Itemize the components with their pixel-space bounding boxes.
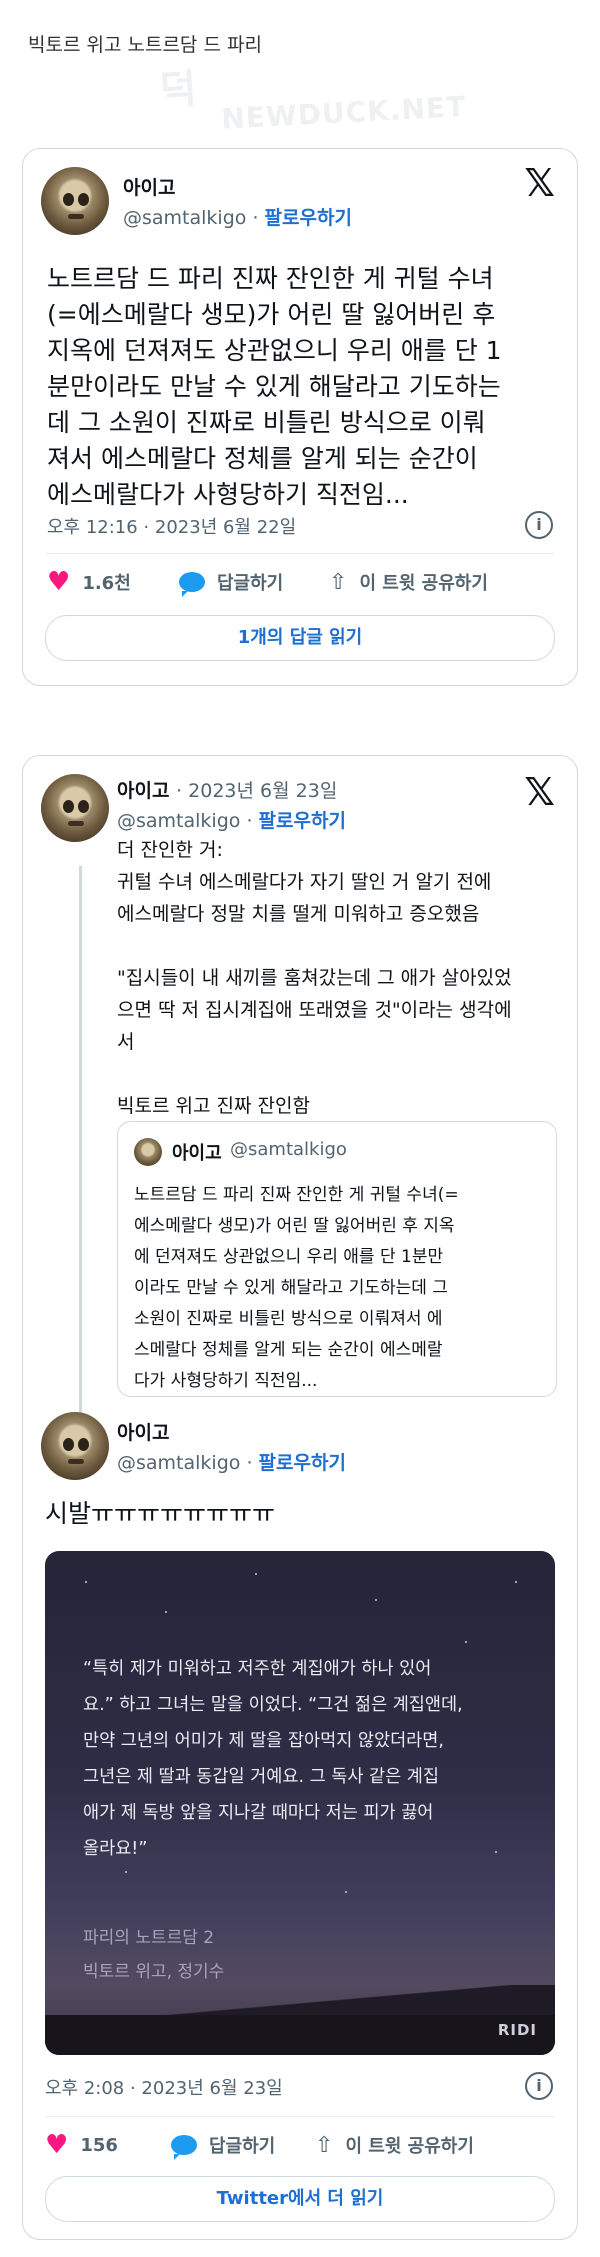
quoted-author-name: 아이고 <box>172 1143 222 1164</box>
author-handle-row: @samtalkigo · 팔로우하기 <box>117 1448 346 1475</box>
author-name-row: 아이고 · 2023년 6월 23일 <box>117 776 337 803</box>
quoted-tweet[interactable]: 아이고 @samtalkigo 노트르담 드 파리 진짜 잔인한 게 귀털 수녀… <box>117 1121 557 1397</box>
share-label: 이 트윗 공유하기 <box>359 573 488 594</box>
book-author: 빅토르 위고, 정기수 <box>83 1962 225 1982</box>
author-name[interactable]: 아이고 <box>123 173 175 200</box>
reply-bubble-icon <box>171 2135 197 2160</box>
share-button[interactable]: ⇧ 이 트윗 공유하기 <box>315 2132 474 2158</box>
mountain-base <box>45 2015 555 2055</box>
page-title: 빅토르 위고 노트르담 드 파리 <box>28 34 262 56</box>
tweet-text: 시발ㅠㅠㅠㅠㅠㅠㅠㅠ <box>45 1499 276 1528</box>
read-replies-button[interactable]: 1개의 답글 읽기 <box>45 615 555 661</box>
tweet-text: 더 잔인한 거: 귀털 수녀 에스메랄다가 자기 딸인 거 알기 전에 에스메랄… <box>117 839 512 1117</box>
info-icon[interactable]: i <box>525 2072 553 2100</box>
share-button[interactable]: ⇧ 이 트윗 공유하기 <box>329 569 488 595</box>
x-logo-icon[interactable]: 𝕏 <box>524 161 555 205</box>
thread-line <box>79 866 82 1466</box>
author-handle[interactable]: @samtalkigo <box>123 207 246 229</box>
quoted-tweet-text: 노트르담 드 파리 진짜 잔인한 게 귀털 수녀(= 에스메랄다 생모)가 어린… <box>134 1185 459 1391</box>
like-count: 156 <box>80 2134 118 2156</box>
share-icon: ⇧ <box>329 569 348 595</box>
watermark-line2: NEWDUCK.NET <box>220 90 467 136</box>
author-handle[interactable]: @samtalkigo <box>117 810 240 832</box>
reply-button[interactable]: 답글하기 <box>179 569 284 597</box>
book-quote-image[interactable]: “특히 제가 미워하고 저주한 계집애가 하나 있어 요.” 하고 그녀는 말을… <box>45 1551 555 2055</box>
follow-button[interactable]: 팔로우하기 <box>259 810 346 832</box>
like-button[interactable]: ♥ 1.6천 <box>47 569 131 595</box>
follow-button[interactable]: 팔로우하기 <box>265 207 352 229</box>
book-quote-text: “특히 제가 미워하고 저주한 계집애가 하나 있어 요.” 하고 그녀는 말을… <box>83 1659 463 1859</box>
reply-label: 답글하기 <box>217 573 284 594</box>
author-handle[interactable]: @samtalkigo <box>117 1452 240 1474</box>
share-icon: ⇧ <box>315 2132 334 2158</box>
quoted-author-handle: @samtalkigo <box>230 1139 347 1160</box>
separator: · <box>246 810 253 832</box>
tweet-timestamp[interactable]: 오후 12:16 · 2023년 6월 22일 <box>47 513 296 539</box>
author-handle-row: @samtalkigo · 팔로우하기 <box>117 806 346 833</box>
x-logo-icon[interactable]: 𝕏 <box>524 770 555 814</box>
reply-button[interactable]: 답글하기 <box>171 2132 276 2160</box>
tweet-thread-card[interactable]: 아이고 · 2023년 6월 23일 @samtalkigo · 팔로우하기 𝕏… <box>22 755 578 2240</box>
divider <box>45 2116 555 2117</box>
tweet-text: 노트르담 드 파리 진짜 잔인한 게 귀털 수녀 (=에스메랄다 생모)가 어린… <box>47 264 502 509</box>
quoted-avatar <box>134 1138 162 1166</box>
ridi-logo: RIDI <box>497 2021 537 2039</box>
author-handle-row: @samtalkigo · 팔로우하기 <box>123 203 352 230</box>
separator: · <box>246 1452 253 1474</box>
book-title: 파리의 노트르담 2 <box>83 1928 215 1948</box>
like-count: 1.6천 <box>82 573 131 594</box>
follow-button[interactable]: 팔로우하기 <box>259 1452 346 1474</box>
author-name[interactable]: 아이고 <box>117 780 169 802</box>
avatar[interactable] <box>41 774 109 842</box>
heart-icon: ♥ <box>45 2130 69 2160</box>
author-name[interactable]: 아이고 <box>117 1418 169 1445</box>
tweet-timestamp[interactable]: 오후 2:08 · 2023년 6월 23일 <box>45 2074 283 2100</box>
reply-label: 답글하기 <box>209 2136 276 2157</box>
avatar[interactable] <box>41 1412 109 1480</box>
share-label: 이 트윗 공유하기 <box>345 2136 474 2157</box>
divider <box>45 553 555 554</box>
read-more-button[interactable]: Twitter에서 더 읽기 <box>45 2176 555 2222</box>
info-icon[interactable]: i <box>525 511 553 539</box>
avatar[interactable] <box>41 167 109 235</box>
heart-icon: ♥ <box>47 567 71 597</box>
watermark-line1: 덕 <box>158 66 199 114</box>
separator: · <box>252 207 259 229</box>
like-button[interactable]: ♥ 156 <box>45 2132 118 2158</box>
tweet-card[interactable]: 아이고 @samtalkigo · 팔로우하기 𝕏 노트르담 드 파리 진짜 잔… <box>22 148 578 686</box>
reply-bubble-icon <box>179 572 205 597</box>
tweet-date[interactable]: · 2023년 6월 23일 <box>176 780 337 802</box>
